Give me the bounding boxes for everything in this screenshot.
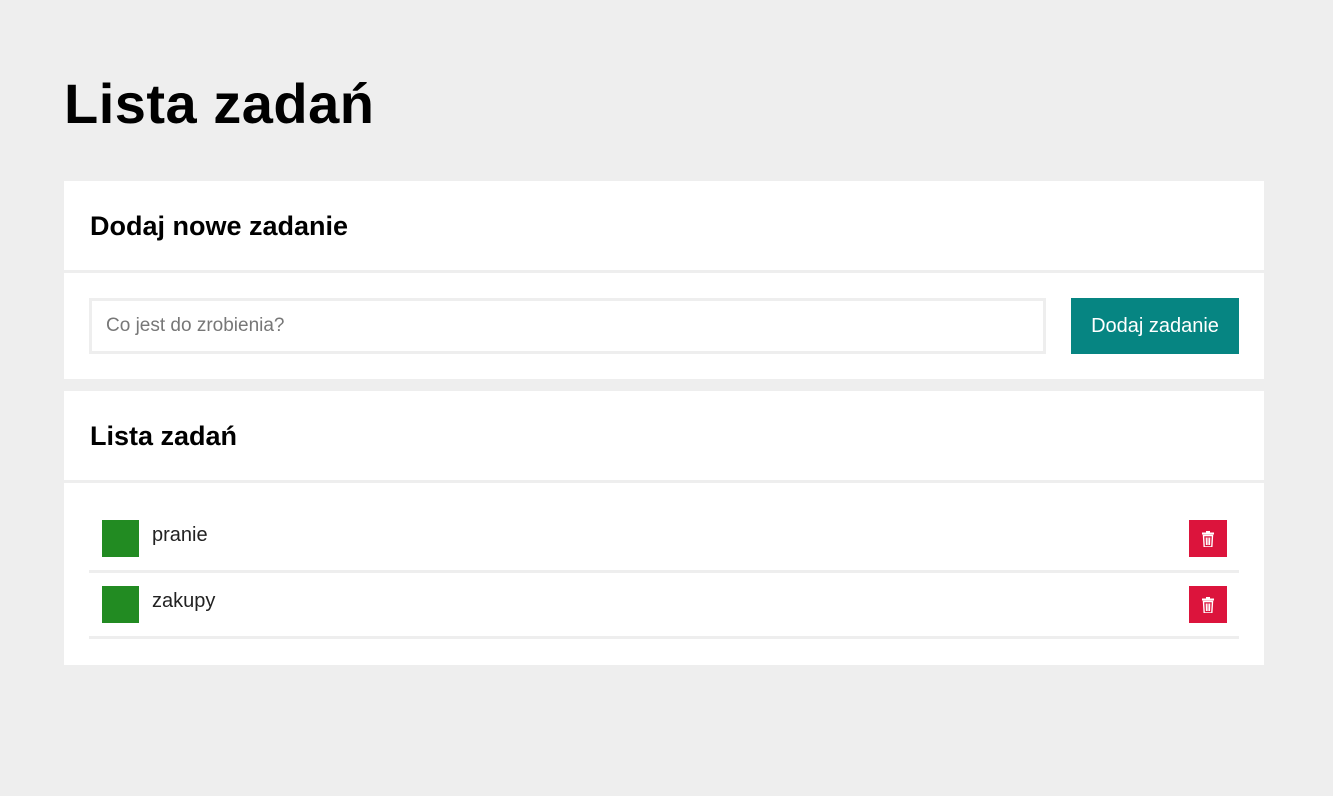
add-task-button[interactable]: Dodaj zadanie bbox=[1071, 298, 1239, 354]
new-task-input[interactable] bbox=[89, 298, 1046, 354]
task-list-card: Lista zadań pranie zakupy bbox=[64, 391, 1264, 665]
task-list: pranie zakupy bbox=[64, 483, 1264, 665]
task-list-card-header: Lista zadań bbox=[64, 391, 1264, 483]
add-task-heading: Dodaj nowe zadanie bbox=[90, 211, 349, 241]
add-task-card: Dodaj nowe zadanie Dodaj zadanie bbox=[64, 181, 1264, 379]
page: Lista zadań Dodaj nowe zadanie Dodaj zad… bbox=[64, 0, 1264, 665]
task-complete-checkbox[interactable] bbox=[102, 520, 139, 557]
task-label: zakupy bbox=[152, 590, 216, 612]
add-task-card-header: Dodaj nowe zadanie bbox=[64, 181, 1264, 273]
add-task-form: Dodaj zadanie bbox=[64, 273, 1264, 379]
trash-icon bbox=[1202, 596, 1214, 613]
task-label: pranie bbox=[152, 524, 208, 546]
trash-icon bbox=[1202, 530, 1214, 547]
task-complete-checkbox[interactable] bbox=[102, 586, 139, 623]
page-title: Lista zadań bbox=[64, 72, 375, 135]
delete-task-button[interactable] bbox=[1189, 586, 1227, 623]
delete-task-button[interactable] bbox=[1189, 520, 1227, 557]
task-item: zakupy bbox=[89, 573, 1239, 639]
task-item: pranie bbox=[89, 507, 1239, 573]
task-list-heading: Lista zadań bbox=[90, 421, 238, 451]
